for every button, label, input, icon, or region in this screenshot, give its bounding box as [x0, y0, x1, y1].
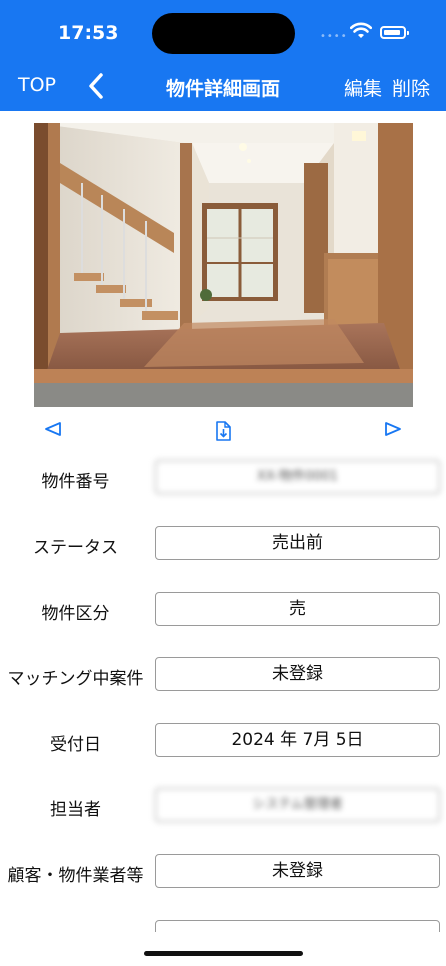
- field-row-customer-agent: 顧客・物件業者等 未登録: [0, 854, 446, 890]
- field-row-reception-date: 受付日 2024 年 7月 5日: [0, 723, 446, 759]
- person-in-charge-field[interactable]: システム管理者: [155, 788, 440, 822]
- photo-controls: [0, 415, 446, 445]
- field-row-property-category: 物件区分 売: [0, 592, 446, 628]
- status-indicators: ••••: [318, 22, 413, 44]
- field-row-matching-cases: マッチング中案件 未登録: [0, 657, 446, 693]
- cellular-icon: ••••: [320, 31, 348, 42]
- field-label: 顧客・物件業者等: [7, 866, 144, 886]
- property-number-field[interactable]: XX-物件0001: [155, 460, 440, 494]
- delete-button[interactable]: 削除: [392, 74, 430, 101]
- field-label: 受付日: [50, 735, 101, 755]
- app-header: 17:53 •••• TOP 物件詳細画面 編集 削除: [0, 0, 446, 111]
- field-label: 担当者: [50, 800, 101, 820]
- field-label: 物件番号: [41, 472, 110, 492]
- edit-button[interactable]: 編集: [344, 74, 382, 101]
- field-row-partial: [0, 920, 446, 932]
- field-row-person-in-charge: 担当者 システム管理者: [0, 788, 446, 824]
- battery-icon: [380, 26, 409, 39]
- document-download-icon[interactable]: [214, 421, 232, 441]
- wifi-icon: [350, 22, 372, 38]
- field-row-status: ステータス 売出前: [0, 526, 446, 562]
- matching-cases-field[interactable]: 未登録: [155, 657, 440, 691]
- triangle-right-icon[interactable]: [384, 421, 402, 437]
- field-label: 物件区分: [41, 604, 110, 624]
- dynamic-island: [152, 13, 295, 54]
- property-photo: [34, 123, 413, 407]
- field-label: マッチング中案件: [7, 669, 144, 689]
- triangle-left-icon[interactable]: [44, 421, 62, 437]
- partial-field[interactable]: [155, 920, 440, 932]
- status-field[interactable]: 売出前: [155, 526, 440, 560]
- field-row-property-number: 物件番号 XX-物件0001: [0, 460, 446, 496]
- status-time: 17:53: [58, 22, 119, 44]
- reception-date-field[interactable]: 2024 年 7月 5日: [155, 723, 440, 757]
- home-indicator: [144, 951, 303, 956]
- field-label: ステータス: [33, 538, 118, 558]
- customer-agent-field[interactable]: 未登録: [155, 854, 440, 888]
- property-category-field[interactable]: 売: [155, 592, 440, 626]
